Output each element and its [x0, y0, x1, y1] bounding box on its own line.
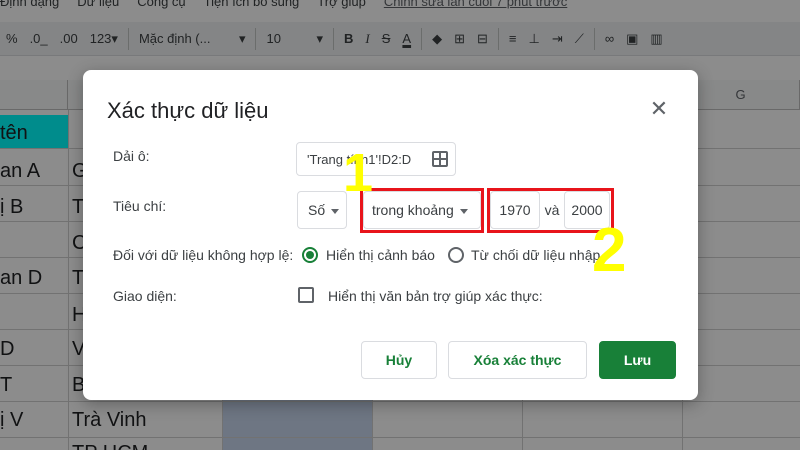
help-text-label[interactable]: Hiển thị văn bản trợ giúp xác thực: [328, 288, 543, 304]
invalid-data-label: Đối với dữ liệu không hợp lệ: [113, 247, 294, 263]
criteria-label: Tiêu chí: [113, 198, 167, 214]
annotation-box-condition [360, 188, 484, 233]
criteria-type-select[interactable]: Số [297, 191, 347, 229]
range-field[interactable]: 'Trang tính1'!D2:D [296, 142, 456, 176]
annotation-marker-2: 2 [592, 216, 627, 285]
close-icon[interactable]: ✕ [649, 97, 669, 121]
range-label: Dải ô: [113, 148, 150, 164]
chevron-down-icon [331, 208, 340, 214]
show-warning-radio[interactable] [302, 247, 318, 263]
appearance-label: Giao diện: [113, 288, 177, 304]
annotation-marker-1: 1 [343, 143, 374, 203]
reject-input-radio[interactable] [448, 247, 464, 263]
show-warning-label[interactable]: Hiển thị cảnh báo [326, 247, 435, 263]
criteria-type-value: Số [308, 202, 326, 218]
help-text-checkbox[interactable] [298, 287, 314, 303]
save-button[interactable]: Lưu [599, 341, 676, 379]
reject-input-label[interactable]: Từ chối dữ liệu nhập [471, 247, 600, 263]
cancel-button[interactable]: Hủy [361, 341, 437, 379]
dialog-title: Xác thực dữ liệu [107, 98, 269, 123]
remove-validation-button[interactable]: Xóa xác thực [448, 341, 587, 379]
select-range-icon[interactable] [432, 151, 448, 167]
